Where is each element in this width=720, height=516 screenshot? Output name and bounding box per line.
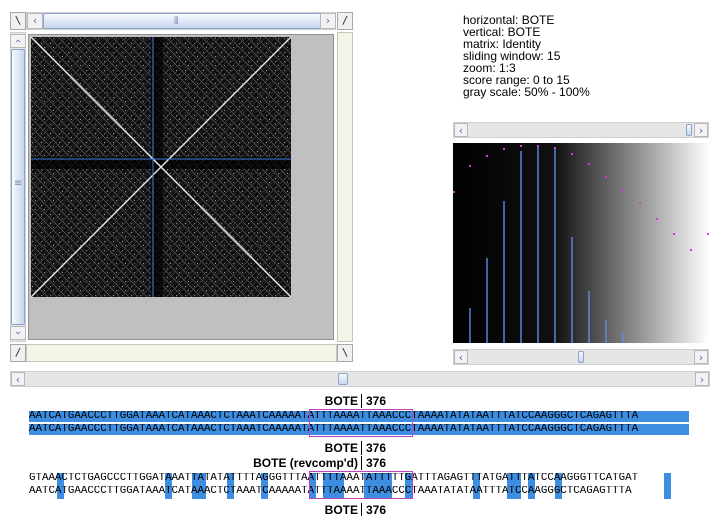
alignment1-header-name: BOTE — [324, 394, 358, 408]
alignment2-footer: BOTE 376 — [300, 503, 420, 516]
scroll-thumb[interactable] — [338, 373, 348, 385]
alignment2-header-pos: 376 — [366, 456, 387, 470]
scroll-thumb-vertical[interactable]: ≡ — [11, 49, 25, 325]
histogram-top-scrollbar[interactable]: ‹ › — [453, 122, 709, 138]
scroll-down-icon[interactable]: › — [10, 326, 26, 340]
grip-icon: ⦀ — [174, 16, 179, 27]
alignment2-seq-block: GTAAACTCTGAGCCCTTGGATAAATTATATATTTTAGGGT… — [29, 471, 689, 499]
alignment1-header-divider — [361, 394, 362, 408]
scroll-thumb[interactable] — [578, 351, 584, 363]
scroll-right-icon[interactable]: › — [694, 123, 708, 137]
dotplot-viewport — [28, 34, 334, 340]
alignment-horizontal-scrollbar[interactable]: ‹ › — [10, 371, 710, 387]
corner-button-bottom-left[interactable]: / — [10, 344, 26, 362]
scroll-left-icon[interactable]: ‹ — [27, 13, 43, 29]
alignment1-footer-pos: 376 — [366, 441, 387, 455]
corner-button-top-right[interactable]: / — [337, 12, 353, 30]
scroll-thumb[interactable] — [686, 124, 692, 136]
dotplot-bottom-border — [26, 344, 337, 362]
scroll-right-icon[interactable]: › — [320, 13, 336, 29]
scroll-left-icon[interactable]: ‹ — [11, 372, 25, 386]
sliding-window-box — [309, 471, 413, 499]
scroll-left-icon[interactable]: ‹ — [454, 123, 468, 137]
alignment2-header-name: BOTE (revcomp'd) — [253, 456, 358, 470]
alignment2-header: BOTE (revcomp'd) 376 — [250, 456, 420, 470]
alignment1-header: BOTE 376 — [300, 394, 420, 408]
scroll-thumb[interactable]: ⦀ — [43, 13, 321, 29]
grip-icon: ≡ — [14, 178, 23, 189]
dotplot-horizontal-scrollbar[interactable]: ‹ ⦀ › — [26, 12, 336, 30]
scroll-right-icon[interactable]: › — [694, 350, 708, 364]
parameters-panel: horizontal: BOTE vertical: BOTE matrix: … — [463, 14, 590, 98]
dotplot-vertical-scrollbar[interactable]: ‹ ≡ › — [10, 32, 26, 342]
alignment1-footer-divider — [361, 441, 362, 455]
scroll-up-icon[interactable]: ‹ — [10, 34, 26, 48]
alignment2-header-divider — [361, 456, 362, 470]
dotplot-image[interactable] — [31, 37, 291, 297]
alignment1-header-pos: 376 — [366, 394, 387, 408]
param-gray-scale: gray scale: 50% - 100% — [463, 85, 590, 99]
corner-button-bottom-right[interactable]: \ — [337, 344, 353, 362]
score-histogram[interactable] — [453, 143, 709, 343]
alignment1-footer: BOTE 376 — [300, 441, 420, 455]
corner-button-top-left[interactable]: \ — [10, 12, 26, 30]
alignment2-footer-divider — [361, 503, 362, 516]
histogram-bottom-scrollbar[interactable]: ‹ › — [453, 349, 709, 365]
scroll-right-icon[interactable]: › — [695, 372, 709, 386]
sliding-window-box — [309, 409, 413, 437]
alignment1-footer-name: BOTE — [324, 441, 358, 455]
alignment2-footer-name: BOTE — [324, 503, 358, 516]
scroll-left-icon[interactable]: ‹ — [454, 350, 468, 364]
alignment1-seq-block: AATCATGAACCCTTGGATAAATCATAAACTCTAAATCAAA… — [29, 409, 689, 437]
alignment2-footer-pos: 376 — [366, 503, 387, 516]
dotplot-right-border — [337, 32, 353, 342]
